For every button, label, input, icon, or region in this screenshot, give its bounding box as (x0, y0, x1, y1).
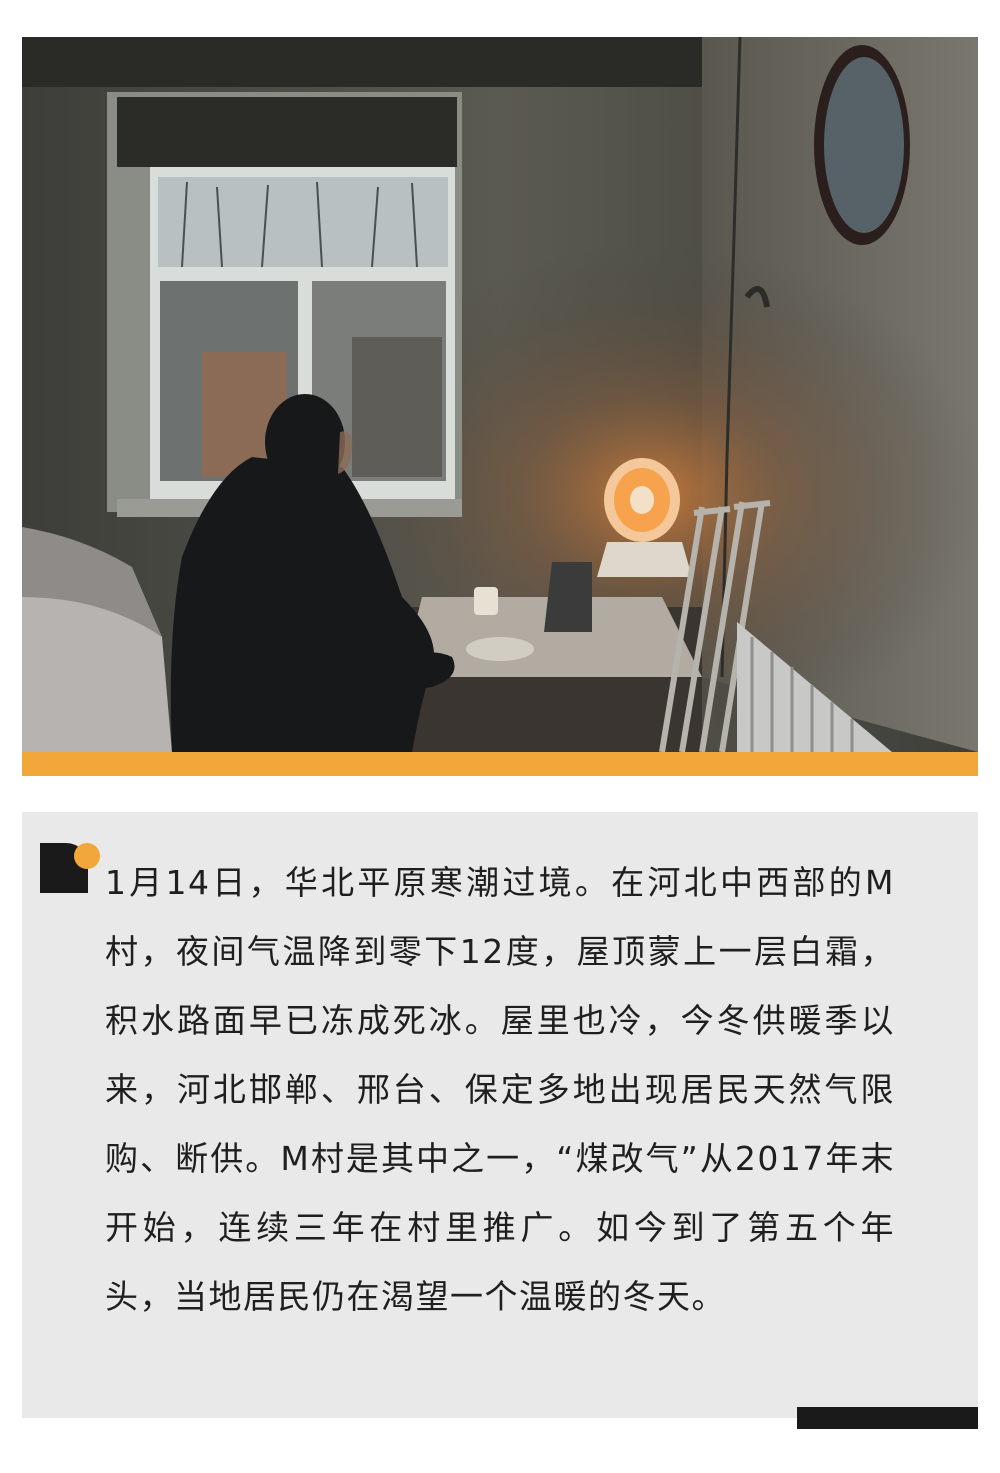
footer-bar (797, 1407, 978, 1429)
quote-corner-icon (40, 843, 100, 893)
caption-text: 1月14日，华北平原寒潮过境。在河北中西部的M村，夜间气温降到零下12度，屋顶蒙… (105, 863, 895, 1316)
photo (22, 37, 978, 752)
accent-bar (22, 752, 978, 776)
room-photo (22, 37, 978, 752)
